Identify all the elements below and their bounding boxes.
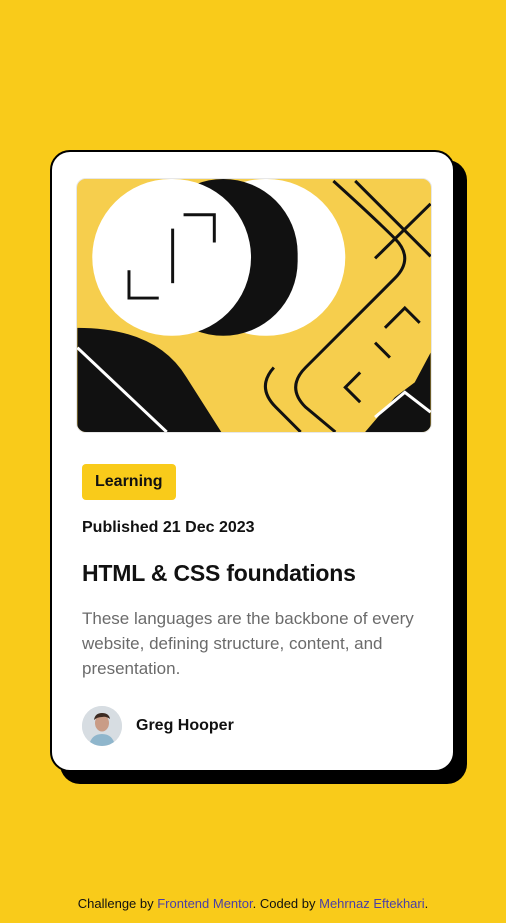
card-title[interactable]: HTML & CSS foundations	[82, 560, 356, 587]
author-link[interactable]: Mehrnaz Eftekhari	[319, 896, 425, 911]
category-badge: Learning	[82, 464, 176, 500]
author-name: Greg Hooper	[136, 717, 234, 734]
blog-preview-card: Learning Published 21 Dec 2023 HTML & CS…	[50, 150, 455, 772]
footer-middle: . Coded by	[252, 896, 320, 911]
author: Greg Hooper	[82, 706, 234, 746]
avatar	[82, 706, 122, 746]
footer-suffix: .	[424, 896, 429, 911]
hero-illustration	[76, 178, 432, 433]
publish-date: Published 21 Dec 2023	[82, 519, 255, 536]
avatar-image	[82, 706, 122, 746]
frontend-mentor-link[interactable]: Frontend Mentor	[157, 896, 252, 911]
card-description: These languages are the backbone of ever…	[82, 609, 414, 678]
illustration-svg	[77, 179, 431, 432]
attribution-footer: Challenge by Frontend Mentor. Coded by M…	[0, 896, 506, 911]
footer-prefix: Challenge by	[77, 896, 158, 911]
